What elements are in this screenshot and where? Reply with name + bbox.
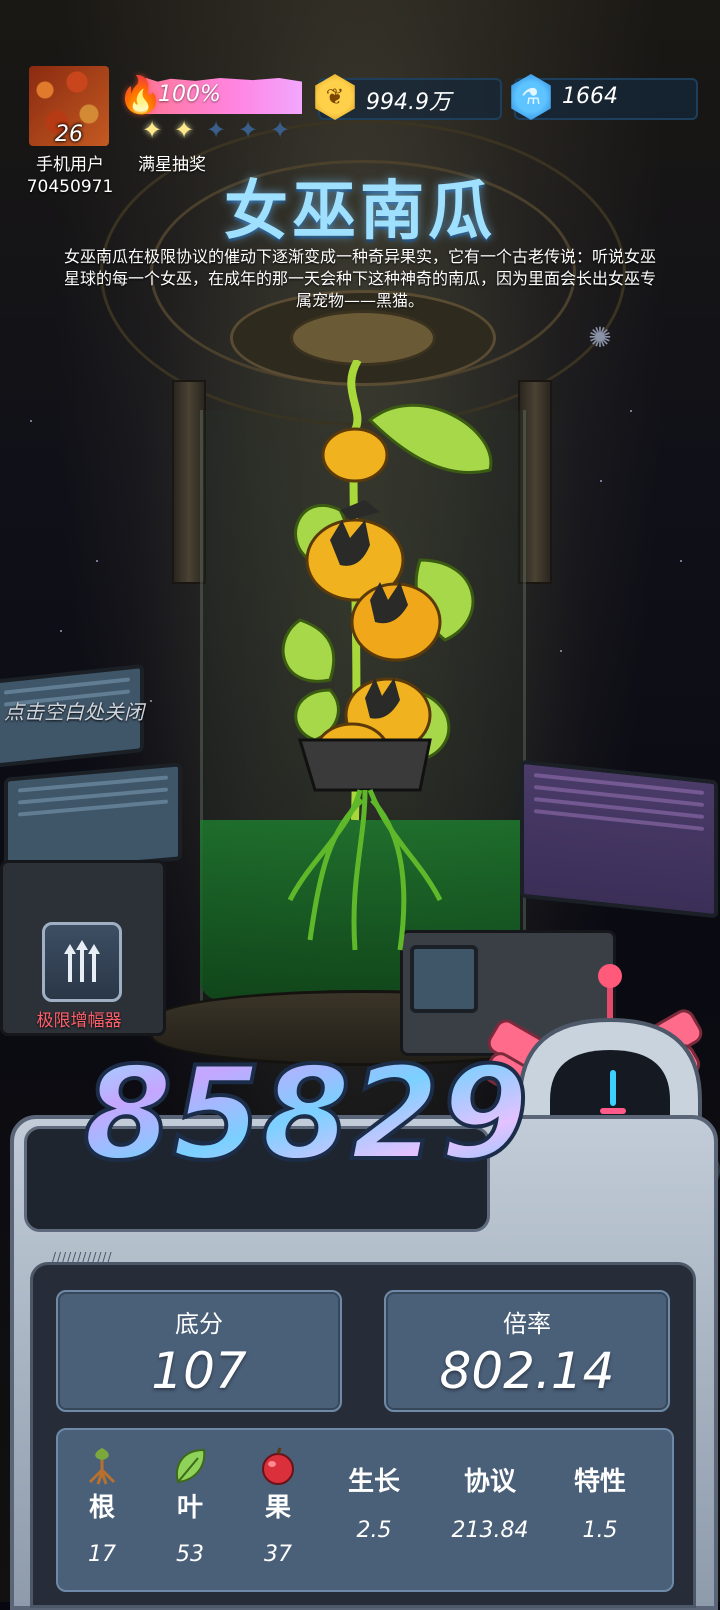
attr-growth-name: 生长 — [347, 1467, 400, 1497]
attr-growth-value: 2.5 — [356, 1518, 392, 1543]
multiplier-value: 802.14 — [439, 1342, 615, 1400]
attr-trait-value: 1.5 — [582, 1518, 618, 1543]
attr-leaf-name: 叶 — [176, 1493, 203, 1523]
attribute-table: 根 17 叶 53 果 37 生长 2.5 协议 213.84 特性 1.5 — [56, 1428, 674, 1592]
star-dot — [630, 410, 632, 412]
attr-fruit: 果 37 — [238, 1430, 318, 1567]
multiplier-box: 倍率 802.14 — [384, 1290, 670, 1412]
attr-root: 根 17 — [62, 1430, 142, 1567]
heat-percent: 100% — [158, 82, 221, 107]
star-dot — [680, 560, 682, 562]
star-dot — [60, 630, 62, 632]
star-dot — [150, 700, 152, 702]
attr-fruit-name: 果 — [264, 1493, 291, 1523]
attr-protocol-name: 协议 — [463, 1467, 516, 1497]
star-empty-icon: ✦ — [205, 116, 227, 144]
amplifier-label: 极限增幅器 — [36, 1011, 122, 1031]
star-dot — [600, 480, 602, 482]
star-dot — [560, 650, 562, 652]
right-monitor — [520, 759, 718, 919]
leaf-icon — [150, 1446, 230, 1486]
base-score-value: 107 — [151, 1342, 247, 1400]
attr-leaf-value: 53 — [176, 1542, 204, 1567]
base-score-box: 底分 107 — [56, 1290, 342, 1412]
gem-icon: ⚗ — [511, 74, 551, 120]
plant-title: 女巫南瓜 — [224, 175, 496, 249]
apple-icon — [238, 1446, 318, 1486]
total-score: 85829 — [81, 1040, 530, 1190]
apple-icon-svg — [262, 1447, 294, 1485]
attr-growth: 生长 2.5 — [334, 1430, 414, 1543]
attr-root-value: 17 — [88, 1542, 116, 1567]
star-empty-icon: ✦ — [237, 116, 259, 144]
flame-icon: 🔥 — [118, 75, 163, 116]
gem-value: 1664 — [562, 84, 618, 109]
attr-trait-name: 特性 — [573, 1467, 626, 1497]
leaf-icon-svg — [176, 1448, 206, 1484]
star-dot — [30, 420, 32, 422]
station-hatch-core — [290, 310, 436, 366]
root-icon-svg — [88, 1448, 116, 1485]
star-dot — [96, 560, 98, 562]
coin-icon: ❦ — [315, 74, 355, 120]
star-empty-icon: ✦ — [269, 116, 291, 144]
coin-counter[interactable]: ❦ 994.9万 — [315, 74, 502, 120]
gem-counter[interactable]: ⚗ 1664 — [511, 74, 698, 120]
attr-root-name: 根 — [88, 1493, 115, 1523]
left-monitor — [4, 762, 182, 876]
star-filled-icon: ✦ — [141, 116, 163, 144]
root-icon — [62, 1446, 142, 1486]
player-level: 26 — [55, 122, 83, 147]
attr-protocol: 协议 213.84 — [440, 1430, 540, 1543]
witch-pumpkin-plant — [281, 360, 493, 951]
coin-value: 994.9万 — [366, 90, 451, 115]
attr-trait: 特性 1.5 — [560, 1430, 640, 1543]
total-score-text: 85829 — [83, 1040, 528, 1189]
heat-meter[interactable]: 🔥 100% — [118, 66, 304, 118]
plant-description: 女巫南瓜在极限协议的催动下逐渐变成一种奇异果实，它有一个古老传说：听说女巫星球的… — [64, 247, 657, 310]
base-score-label: 底分 — [175, 1310, 223, 1338]
multiplier-label: 倍率 — [503, 1310, 551, 1338]
star-filled-icon: ✦ — [173, 116, 195, 144]
attr-fruit-value: 37 — [264, 1542, 292, 1567]
close-hint: 点击空白处关闭 — [4, 700, 144, 724]
gear-decoration-icon: ✺ — [588, 321, 612, 354]
star-rating[interactable]: ✦ ✦ ✦ ✦ ✦ — [138, 117, 294, 143]
triple-arrow-up-icon — [64, 940, 100, 982]
attr-protocol-value: 213.84 — [451, 1518, 529, 1543]
amplifier-button[interactable] — [42, 922, 122, 1002]
attr-leaf: 叶 53 — [150, 1430, 230, 1567]
